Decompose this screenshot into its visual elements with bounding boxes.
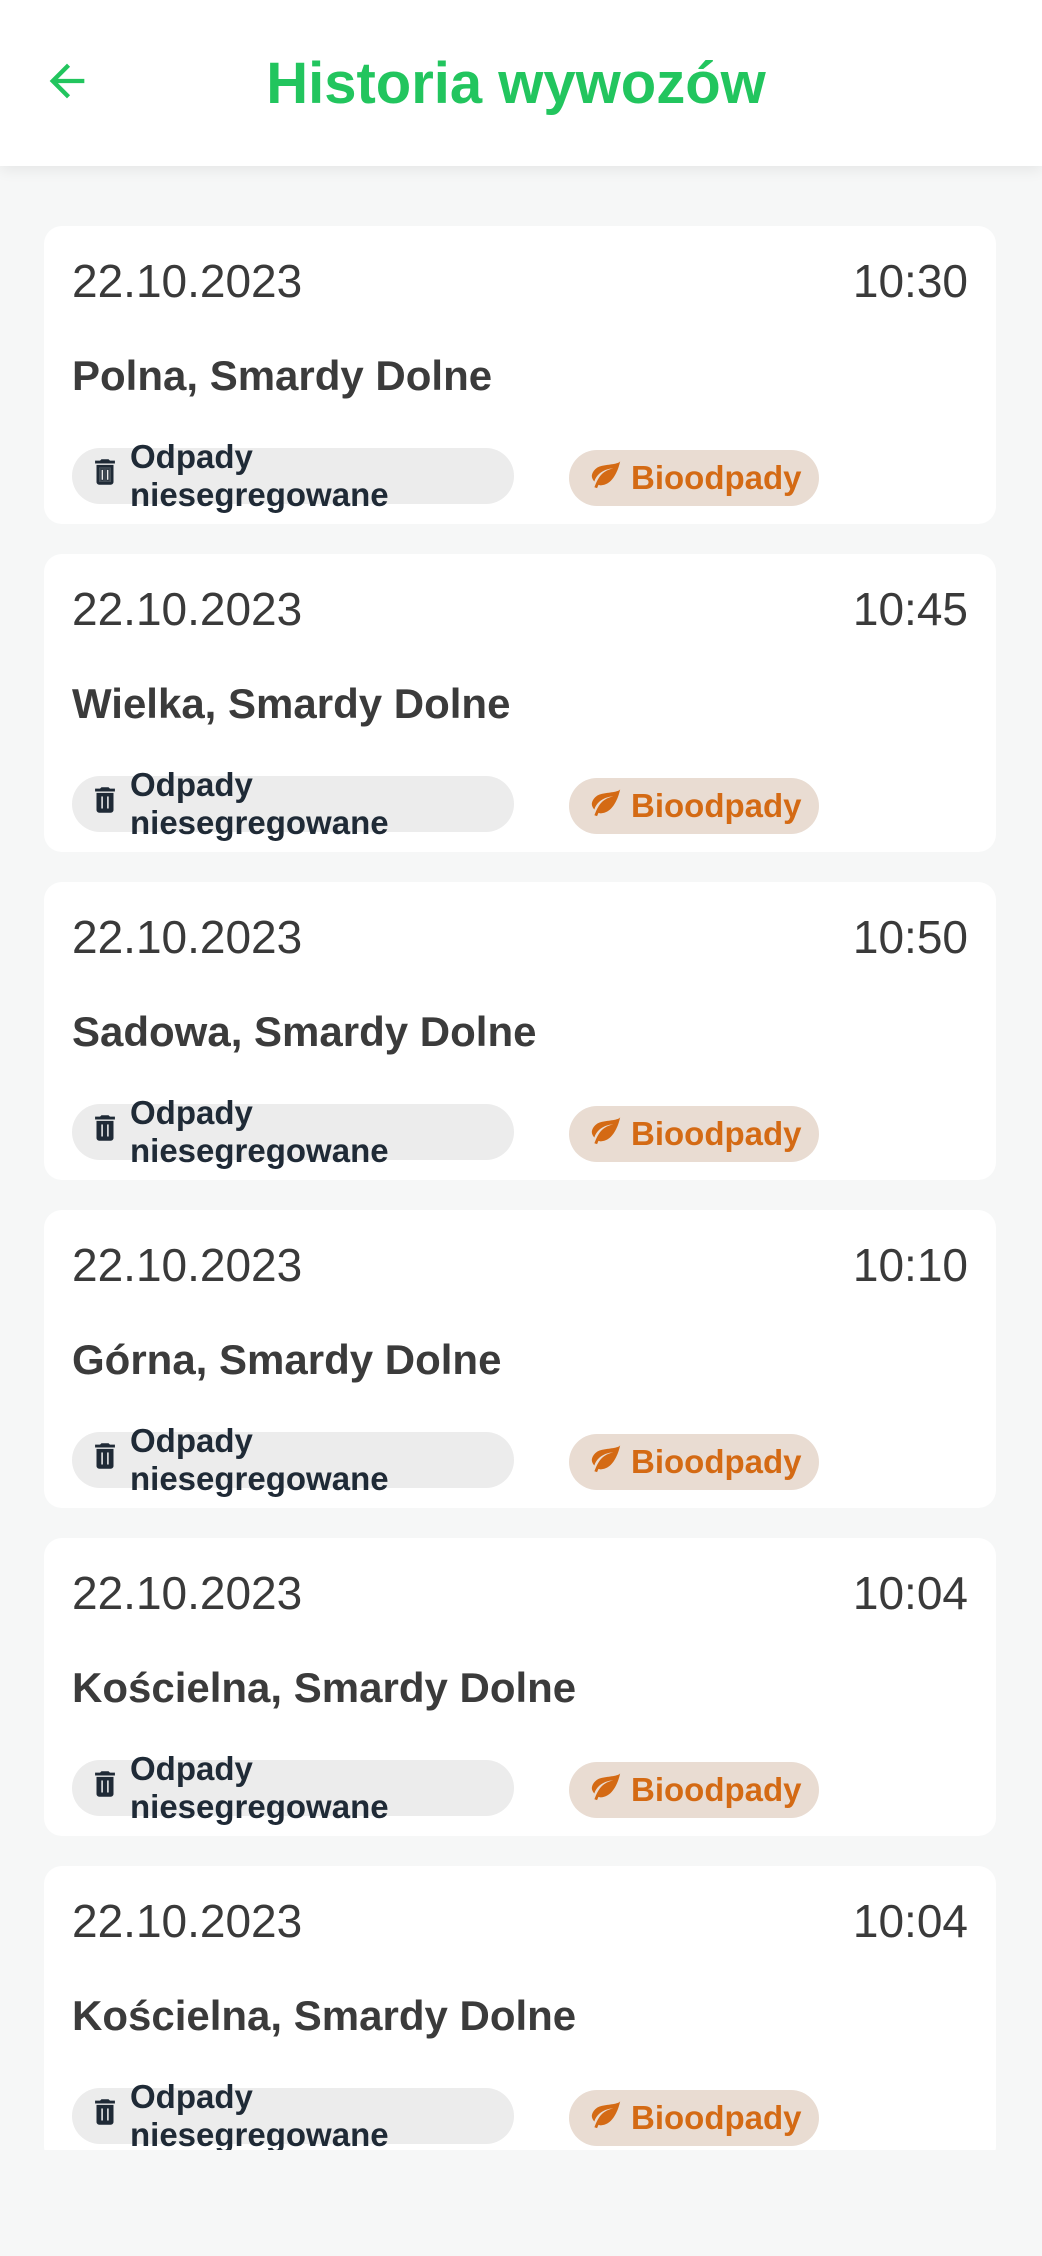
history-card[interactable]: 22.10.2023 10:04 Kościelna, Smardy Dolne… <box>44 1538 996 1836</box>
history-card[interactable]: 22.10.2023 10:50 Sadowa, Smardy Dolne Od… <box>44 882 996 1180</box>
tag-label: Odpady niesegregowane <box>130 1422 389 1497</box>
trash-icon <box>88 1111 130 1153</box>
tag-mixed-waste[interactable]: Odpady niesegregowane <box>72 766 514 841</box>
pickup-time: 10:45 <box>852 583 968 635</box>
tag-mixed-waste[interactable]: Odpady niesegregowane <box>72 2078 514 2150</box>
trash-icon <box>88 1439 130 1481</box>
tag-label: Bioodpady <box>631 1443 802 1480</box>
tag-bio-waste[interactable]: Bioodpady <box>569 450 819 506</box>
tag-label: Odpady niesegregowane <box>130 1750 389 1825</box>
pickup-time: 10:10 <box>852 1239 968 1291</box>
history-card[interactable]: 22.10.2023 10:04 Kościelna, Smardy Dolne… <box>44 1866 996 2150</box>
tag-bio-waste[interactable]: Bioodpady <box>569 2090 819 2146</box>
trash-icon <box>88 783 130 825</box>
top-app-bar: Historia wywozów <box>0 0 1042 166</box>
tag-label: Odpady niesegregowane <box>130 1094 389 1169</box>
pickup-time: 10:04 <box>852 1567 968 1619</box>
pickup-date: 22.10.2023 <box>72 583 303 635</box>
pickup-date: 22.10.2023 <box>72 255 303 307</box>
tag-label: Bioodpady <box>631 459 802 496</box>
pickup-date: 22.10.2023 <box>72 911 303 963</box>
tag-bio-waste[interactable]: Bioodpady <box>569 1106 819 1162</box>
leaf-icon <box>589 1769 631 1811</box>
tag-label: Odpady niesegregowane <box>130 438 389 513</box>
pickup-time: 10:50 <box>852 911 968 963</box>
tag-label: Bioodpady <box>631 1771 802 1808</box>
leaf-icon <box>589 2097 631 2139</box>
tag-bio-waste[interactable]: Bioodpady <box>569 1762 819 1818</box>
history-list[interactable]: 22.10.2023 10:30 Polna, Smardy Dolne Odp… <box>44 226 996 2150</box>
leaf-icon <box>589 457 631 499</box>
pickup-time: 10:30 <box>852 255 968 307</box>
tag-mixed-waste[interactable]: Odpady niesegregowane <box>72 438 514 513</box>
trash-icon <box>88 1767 130 1809</box>
pickup-address: Polna, Smardy Dolne <box>72 352 493 399</box>
tag-mixed-waste[interactable]: Odpady niesegregowane <box>72 1422 514 1497</box>
tag-label: Bioodpady <box>631 2099 802 2136</box>
history-card[interactable]: 22.10.2023 10:30 Polna, Smardy Dolne Odp… <box>44 226 996 524</box>
leaf-icon <box>589 1113 631 1155</box>
leaf-icon <box>589 1441 631 1483</box>
leaf-icon <box>589 785 631 827</box>
pickup-address: Kościelna, Smardy Dolne <box>72 1664 577 1711</box>
pickup-date: 22.10.2023 <box>72 1895 303 1947</box>
tag-mixed-waste[interactable]: Odpady niesegregowane <box>72 1750 514 1825</box>
trash-icon <box>88 2095 130 2137</box>
tag-bio-waste[interactable]: Bioodpady <box>569 778 819 834</box>
tag-bio-waste[interactable]: Bioodpady <box>569 1434 819 1490</box>
pickup-address: Górna, Smardy Dolne <box>72 1336 502 1383</box>
history-card[interactable]: 22.10.2023 10:45 Wielka, Smardy Dolne Od… <box>44 554 996 852</box>
history-card[interactable]: 22.10.2023 10:10 Górna, Smardy Dolne Odp… <box>44 1210 996 1508</box>
tag-label: Odpady niesegregowane <box>130 2078 389 2150</box>
pickup-time: 10:04 <box>852 1895 968 1947</box>
pickup-date: 22.10.2023 <box>72 1567 303 1619</box>
pickup-address: Kościelna, Smardy Dolne <box>72 1992 577 2039</box>
tag-mixed-waste[interactable]: Odpady niesegregowane <box>72 1094 514 1169</box>
tag-label: Odpady niesegregowane <box>130 766 389 841</box>
pickup-date: 22.10.2023 <box>72 1239 303 1291</box>
pickup-address: Wielka, Smardy Dolne <box>72 680 511 727</box>
tag-label: Bioodpady <box>631 787 802 824</box>
trash-icon <box>88 455 130 497</box>
tag-label: Bioodpady <box>631 1115 802 1152</box>
pickup-address: Sadowa, Smardy Dolne <box>72 1008 537 1055</box>
page-title: Historia wywozów <box>266 50 766 116</box>
